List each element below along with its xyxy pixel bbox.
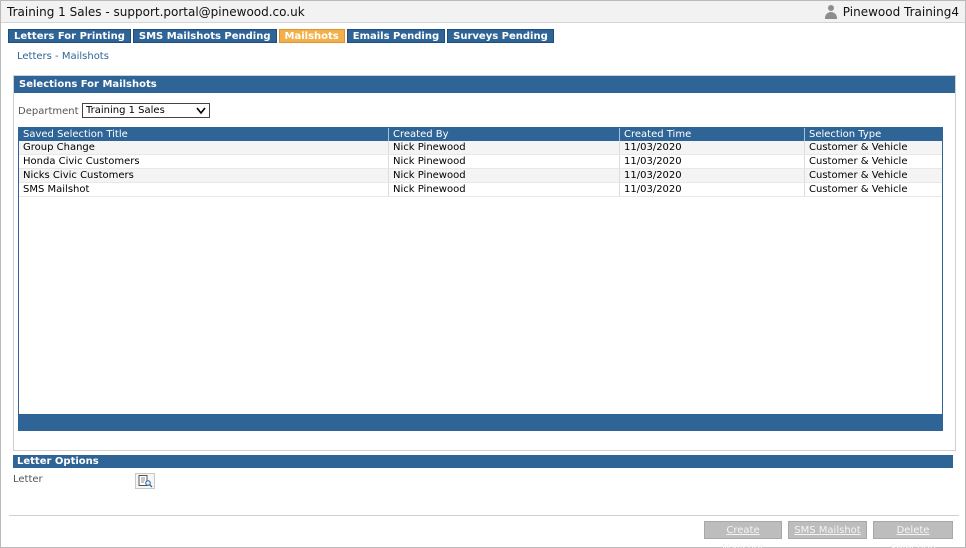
selections-header: Selections For Mailshots [14,76,955,93]
letter-label: Letter [13,474,43,485]
tab-mailshots[interactable]: Mailshots [278,29,345,43]
cell-created-by: Nick Pinewood [389,169,620,182]
cell-title: Honda Civic Customers [19,155,389,168]
cell-selection-type: Customer & Vehicle [809,184,908,195]
breadcrumb: Letters - Mailshots [17,51,109,62]
cell-title: Nicks Civic Customers [19,169,389,182]
table-row[interactable]: Nicks Civic Customers Nick Pinewood 11/0… [19,169,942,183]
document-search-icon [138,475,153,488]
delete-selection-button[interactable]: Delete Selection [873,521,953,548]
department-value: Training 1 Sales [86,105,165,116]
cell-created-time: 11/03/2020 [620,155,805,168]
tab-sms-mailshots-pending[interactable]: SMS Mailshots Pending [132,29,277,43]
cell-created-time: 11/03/2020 [620,141,805,154]
window-title: Training 1 Sales - support.portal@pinewo… [7,5,305,19]
chevron-down-icon [196,107,206,115]
selections-panel: Selections For Mailshots Department Trai… [13,75,956,451]
user-menu[interactable]: Pinewood Training4 [824,5,959,19]
table-row[interactable]: Group Change Nick Pinewood 11/03/2020 Cu… [19,141,942,155]
column-header-created-by[interactable]: Created By [389,128,620,141]
department-label: Department [18,106,79,117]
cell-created-by: Nick Pinewood [389,183,620,196]
grid-body: Group Change Nick Pinewood 11/03/2020 Cu… [19,141,942,197]
table-row[interactable]: Honda Civic Customers Nick Pinewood 11/0… [19,155,942,169]
cell-selection-type: Customer & Vehicle [809,156,908,167]
cell-title: Group Change [19,141,389,154]
user-name: Pinewood Training4 [842,5,959,19]
cell-created-time: 11/03/2020 [620,183,805,196]
letter-search-button[interactable] [135,473,155,489]
table-row[interactable]: SMS Mailshot Nick Pinewood 11/03/2020 Cu… [19,183,942,197]
cell-selection-type: Customer & Vehicle [809,170,908,181]
department-select[interactable]: Training 1 Sales [82,103,210,118]
footer-divider [9,515,959,516]
column-header-created-time[interactable]: Created Time [620,128,805,141]
tab-bar: Letters For Printing SMS Mailshots Pendi… [8,29,554,43]
cell-created-by: Nick Pinewood [389,155,620,168]
column-header-title[interactable]: Saved Selection Title [19,128,389,141]
grid-footer [19,414,942,430]
cell-selection-type: Customer & Vehicle [809,142,908,153]
column-header-selection-type[interactable]: Selection Type [805,128,942,141]
title-bar: Training 1 Sales - support.portal@pinewo… [1,1,965,23]
tab-letters-for-printing[interactable]: Letters For Printing [8,29,131,43]
cell-title: SMS Mailshot [19,183,389,196]
tab-emails-pending[interactable]: Emails Pending [346,29,446,43]
app-window: Training 1 Sales - support.portal@pinewo… [0,0,966,548]
create-mailshot-button[interactable]: Create Mailshot [704,521,782,548]
grid-header: Saved Selection Title Created By Created… [19,128,942,141]
selections-grid: Saved Selection Title Created By Created… [18,127,943,431]
user-icon [824,5,838,19]
tab-surveys-pending[interactable]: Surveys Pending [447,29,554,43]
cell-created-by: Nick Pinewood [389,141,620,154]
letter-options-header: Letter Options [13,455,953,468]
sms-mailshot-button[interactable]: SMS Mailshot [788,521,867,539]
cell-created-time: 11/03/2020 [620,169,805,182]
